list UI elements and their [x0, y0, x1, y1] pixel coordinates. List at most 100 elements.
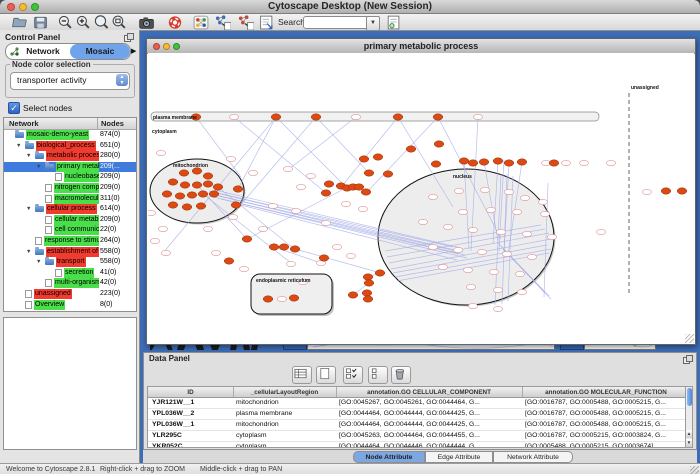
network-node[interactable] [504, 160, 514, 166]
network-node-label[interactable] [454, 188, 463, 193]
network-node-label[interactable] [296, 184, 305, 189]
network-node[interactable] [196, 203, 206, 209]
snapshot-camera-icon[interactable] [137, 14, 155, 30]
network-node-label[interactable] [486, 207, 495, 212]
attribute-table-icon[interactable] [292, 366, 312, 384]
network-node[interactable] [373, 154, 383, 160]
network-node-label[interactable] [148, 210, 156, 215]
tree-row-response-to-stimulu[interactable]: response to stimulu264(0) [4, 236, 136, 247]
network-node-label[interactable] [540, 211, 549, 216]
network-node[interactable] [431, 161, 441, 167]
window-resize-grip[interactable] [685, 334, 694, 343]
tab-edge-attribute-browser[interactable]: Edge Attribute Browser [425, 451, 493, 463]
network-node[interactable] [362, 290, 372, 296]
network-node[interactable] [198, 191, 208, 197]
network-window-titlebar[interactable]: primary metabolic process [147, 39, 695, 54]
network-node[interactable] [517, 159, 527, 165]
help-lifering-icon[interactable] [166, 14, 184, 30]
delete-attribute-icon[interactable] [391, 366, 411, 384]
tab-network[interactable]: Network [6, 44, 70, 59]
tree-row-cellular-metabol[interactable]: cellular metabol209(0) [4, 215, 136, 226]
network-node-label[interactable] [229, 114, 238, 119]
network-node-label[interactable] [283, 166, 292, 171]
zoom-in-icon[interactable] [74, 14, 92, 30]
network-node-label[interactable] [150, 238, 159, 243]
save-icon[interactable] [31, 14, 49, 30]
tab-mosaic[interactable]: Mosaic [70, 44, 130, 59]
export-network-icon[interactable] [236, 14, 254, 30]
network-node[interactable] [406, 146, 416, 152]
network-view-icon[interactable] [192, 14, 210, 30]
network-node[interactable] [290, 246, 300, 252]
network-node-label[interactable] [286, 261, 295, 266]
scrollbar-thumb[interactable] [687, 388, 692, 406]
app-resize-grip[interactable] [690, 466, 699, 474]
network-node[interactable] [162, 191, 172, 197]
app-titlebar[interactable]: Cytoscape Desktop (New Session) [0, 0, 700, 14]
network-node-label[interactable] [468, 303, 477, 308]
network-node-label[interactable] [504, 189, 513, 194]
network-node[interactable] [279, 244, 289, 250]
network-node-label[interactable] [418, 219, 427, 224]
network-node-label[interactable] [277, 296, 286, 301]
network-node-label[interactable] [493, 306, 502, 311]
tab-network-attribute-browser[interactable]: Network Attribute Browser [493, 451, 573, 463]
network-node[interactable] [348, 292, 358, 298]
network-node[interactable] [493, 158, 503, 164]
tree-row-secretion[interactable]: secretion41(0) [4, 268, 136, 279]
import-network-icon[interactable] [213, 14, 231, 30]
tab-overflow-arrow[interactable]: ▶ [131, 47, 136, 55]
tree-row-macromolecule[interactable]: macromolecule311(0) [4, 194, 136, 205]
tab-node-attribute-browser[interactable]: Node Attribute Browser [353, 451, 425, 463]
expander-arrow-icon[interactable]: ▼ [36, 257, 45, 267]
network-node[interactable] [321, 190, 331, 196]
network-node[interactable] [289, 295, 299, 301]
tree-row-establishment-of-lo[interactable]: ▼establishment of lo558(0) [4, 247, 136, 258]
tree-row-mosaic-demo-yeast[interactable]: mosaic-demo-yeast874(0) [4, 130, 136, 141]
network-node[interactable] [180, 182, 190, 188]
network-node-label[interactable] [438, 264, 447, 269]
table-row[interactable]: YJR121W__1mitochondrion[GO:0045267, GO:0… [148, 398, 689, 409]
network-node-label[interactable] [268, 203, 277, 208]
network-node[interactable] [263, 296, 273, 302]
table-scrollbar[interactable]: ▲ ▼ [685, 386, 693, 448]
expander-arrow-icon[interactable]: ▼ [16, 141, 25, 151]
network-node[interactable] [242, 236, 252, 242]
network-node-label[interactable] [346, 253, 355, 258]
tree-row-nucleobase-[interactable]: nucleobase-209(0) [4, 172, 136, 183]
network-node[interactable] [209, 191, 219, 197]
float-panel-icon[interactable] [124, 33, 133, 41]
network-node-label[interactable] [306, 173, 315, 178]
network-node[interactable] [231, 202, 241, 208]
network-node[interactable] [213, 184, 223, 190]
network-node[interactable] [203, 181, 213, 187]
network-node[interactable] [433, 114, 443, 120]
network-node[interactable] [179, 170, 189, 176]
network-node-label[interactable] [358, 206, 367, 211]
network-node-label[interactable] [226, 156, 235, 161]
network-node-label[interactable] [547, 234, 556, 239]
network-node[interactable] [479, 159, 489, 165]
expander-arrow-icon[interactable]: ▼ [26, 151, 35, 161]
network-node[interactable] [393, 114, 403, 120]
expander-arrow-icon[interactable]: ▼ [36, 162, 45, 172]
tree-row-nitrogen-compo[interactable]: nitrogen compo209(0) [4, 183, 136, 194]
zoom-out-icon[interactable] [56, 14, 74, 30]
network-node-label[interactable] [228, 214, 237, 219]
network-node[interactable] [187, 192, 197, 198]
network-node-label[interactable] [527, 254, 536, 259]
network-node-label[interactable] [428, 244, 437, 249]
network-node[interactable] [354, 184, 364, 190]
unselect-attributes-icon[interactable] [368, 366, 388, 384]
network-node[interactable] [319, 255, 329, 261]
network-node-label[interactable] [642, 189, 651, 194]
network-node[interactable] [311, 114, 321, 120]
annotation-page-icon[interactable] [257, 14, 275, 30]
tree-row-overview[interactable]: Overview8(0) [4, 300, 136, 311]
network-node-label[interactable] [606, 160, 615, 165]
network-node[interactable] [434, 141, 444, 147]
network-node-label[interactable] [463, 267, 472, 272]
new-attribute-icon[interactable] [316, 366, 336, 384]
network-canvas[interactable]: plasma membranecytoplasmmitochondrionnuc… [148, 53, 694, 343]
network-node-label[interactable] [239, 266, 248, 271]
